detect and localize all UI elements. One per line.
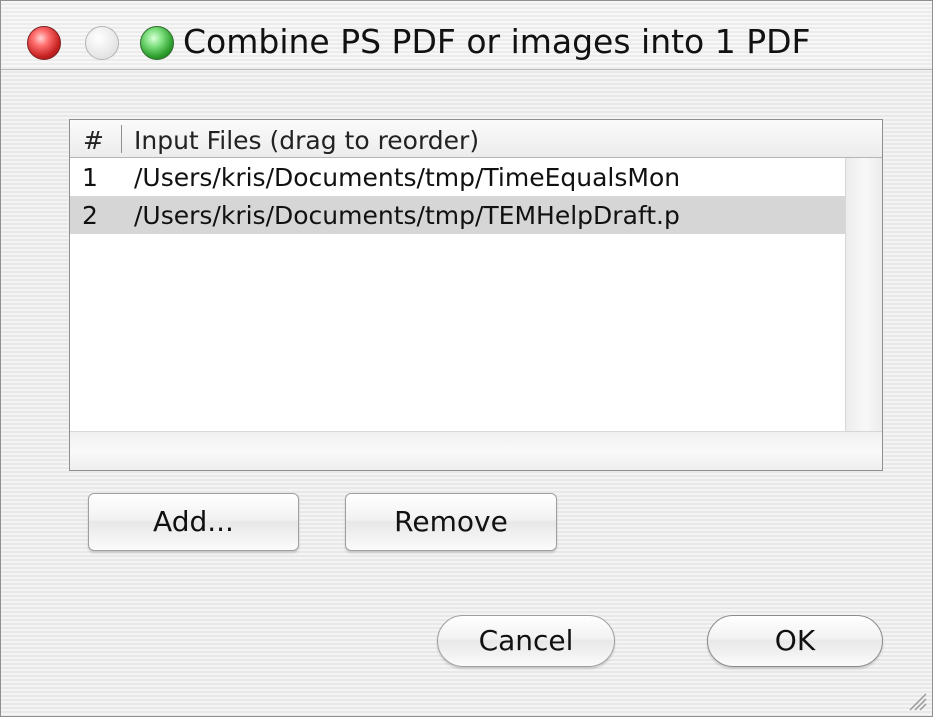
resize-grip-icon[interactable]	[908, 692, 928, 712]
title-bar: Combine PS PDF or images into 1 PDF	[1, 1, 932, 70]
column-divider	[121, 125, 122, 153]
vertical-scrollbar[interactable]	[845, 158, 882, 432]
file-path: /Users/kris/Documents/tmp/TimeEqualsMon	[134, 163, 681, 192]
table-row[interactable]: 1 /Users/kris/Documents/tmp/TimeEqualsMo…	[70, 158, 845, 196]
table-header: # Input Files (drag to reorder)	[70, 120, 882, 158]
column-header-number[interactable]: #	[83, 126, 104, 155]
dialog-window: Combine PS PDF or images into 1 PDF # In…	[0, 0, 933, 717]
window-title: Combine PS PDF or images into 1 PDF	[183, 22, 811, 61]
ok-button[interactable]: OK	[707, 615, 883, 667]
close-button-icon[interactable]	[27, 26, 61, 60]
horizontal-scrollbar[interactable]	[70, 431, 882, 470]
cancel-button[interactable]: Cancel	[437, 615, 615, 667]
table-row-selected[interactable]: 2 /Users/kris/Documents/tmp/TEMHelpDraft…	[70, 196, 845, 234]
row-number: 1	[82, 163, 98, 192]
row-number: 2	[82, 201, 98, 230]
remove-button[interactable]: Remove	[345, 493, 557, 551]
minimize-button-icon[interactable]	[85, 26, 119, 60]
zoom-button-icon[interactable]	[140, 26, 174, 60]
column-header-input-files[interactable]: Input Files (drag to reorder)	[134, 126, 479, 155]
table-body: 1 /Users/kris/Documents/tmp/TimeEqualsMo…	[70, 158, 845, 432]
file-path: /Users/kris/Documents/tmp/TEMHelpDraft.p	[134, 201, 680, 230]
add-button[interactable]: Add...	[88, 493, 299, 551]
input-files-table: # Input Files (drag to reorder) 1 /Users…	[69, 119, 883, 471]
